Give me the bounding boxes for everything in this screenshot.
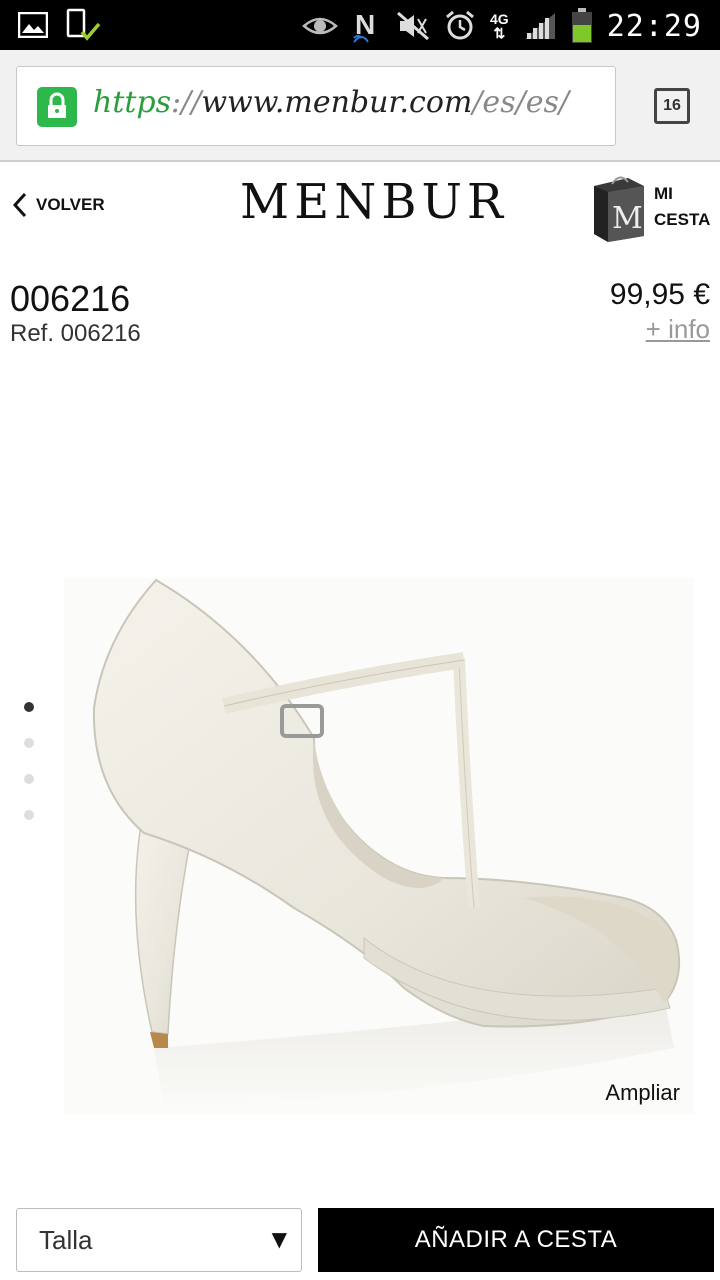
- size-select-value: Talla: [39, 1225, 93, 1255]
- back-label: VOLVER: [36, 195, 105, 214]
- gallery-dot[interactable]: [24, 774, 34, 784]
- url-host: www.menbur.com: [201, 85, 473, 120]
- tab-switcher-button[interactable]: 16: [654, 88, 690, 124]
- url-protocol: https: [93, 85, 172, 120]
- alarm-icon: [446, 10, 474, 40]
- add-to-cart-button[interactable]: AÑADIR A CESTA: [318, 1208, 714, 1272]
- more-info-link[interactable]: + info: [646, 314, 710, 345]
- address-bar[interactable]: https://www.menbur.com/es/es/: [16, 66, 616, 146]
- svg-text:M: M: [612, 201, 643, 236]
- status-bar: N 4G ⇅ 22:29: [0, 0, 720, 50]
- mute-icon: [397, 11, 429, 41]
- cart-button[interactable]: M MI CESTA: [590, 172, 716, 242]
- nfc-icon: N: [353, 9, 375, 43]
- browser-toolbar: https://www.menbur.com/es/es/ 16: [0, 50, 720, 162]
- cart-label-line2: CESTA: [654, 210, 711, 229]
- product-price: 99,95 €: [609, 278, 710, 311]
- shoe-illustration: [92, 578, 681, 1108]
- chevron-left-icon: [12, 192, 27, 218]
- gallery-pagination: [24, 702, 34, 846]
- shopping-bag-icon: M: [594, 176, 644, 242]
- product-name: 006216: [10, 278, 131, 319]
- status-right-icons: N 4G ⇅ 22:29: [302, 6, 702, 46]
- gallery-dot[interactable]: [24, 702, 34, 712]
- cart-label: MI CESTA: [654, 181, 716, 233]
- site-header: VOLVER MENBUR M MI CESTA: [0, 164, 720, 246]
- gallery-icon: [18, 12, 48, 38]
- dropdown-arrow-icon: ▼: [271, 1227, 287, 1251]
- url-separator: ://: [171, 85, 202, 120]
- url-path: /es/es/: [472, 85, 569, 120]
- product-image[interactable]: [64, 578, 694, 1114]
- url-text: https://www.menbur.com/es/es/: [93, 85, 569, 120]
- download-complete-icon: [66, 8, 101, 41]
- clock: 22:29: [606, 8, 702, 44]
- data-arrows-icon: ⇅: [493, 25, 506, 41]
- product-reference: Ref. 006216: [10, 320, 141, 347]
- status-left-icons: [18, 8, 102, 42]
- cart-label-line1: MI: [654, 184, 673, 203]
- back-button[interactable]: VOLVER: [12, 192, 105, 218]
- zoom-link[interactable]: Ampliar: [605, 1080, 680, 1106]
- gallery-dot[interactable]: [24, 738, 34, 748]
- gallery-dot[interactable]: [24, 810, 34, 820]
- battery-icon: [571, 8, 592, 43]
- signal-icon: [524, 13, 555, 39]
- eye-icon: [302, 17, 338, 35]
- brand-logo[interactable]: MENBUR: [240, 174, 503, 230]
- lock-icon: [37, 87, 77, 127]
- size-select[interactable]: Talla ▼: [16, 1208, 302, 1272]
- network-type: 4G: [490, 11, 509, 27]
- network-indicator: 4G ⇅: [490, 12, 509, 40]
